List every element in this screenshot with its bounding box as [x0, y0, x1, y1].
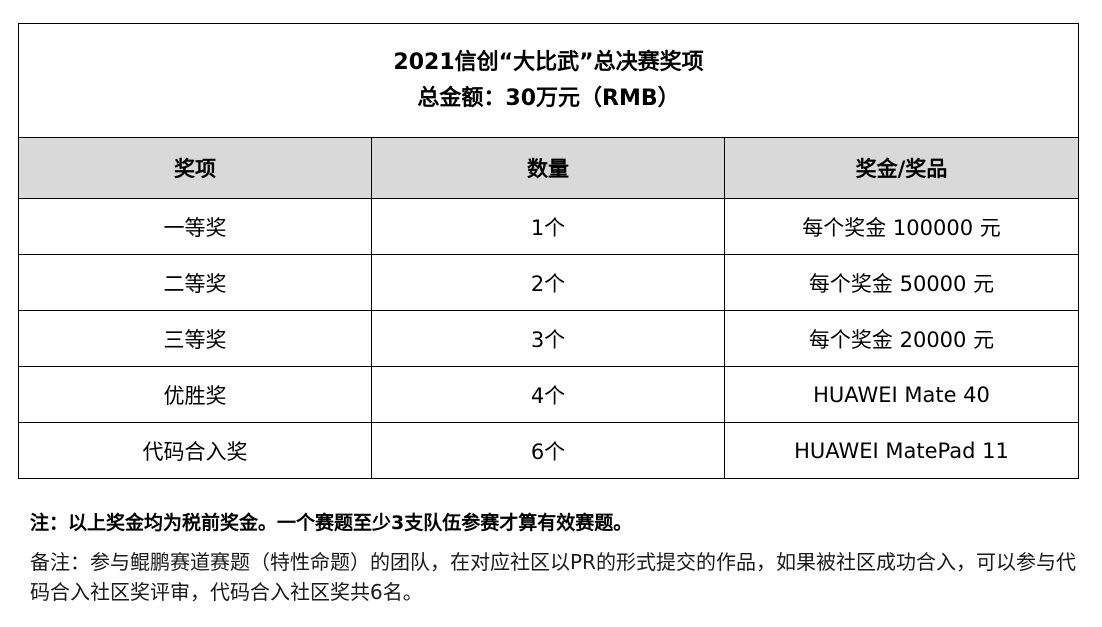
table-row: 三等奖 3个 每个奖金 20000 元: [18, 310, 1079, 367]
table-row: 二等奖 2个 每个奖金 50000 元: [18, 254, 1079, 311]
prize-cell: 每个奖金 100000 元: [724, 198, 1079, 255]
quantity-cell: 6个: [371, 422, 725, 479]
column-header-prize: 奖金/奖品: [724, 137, 1079, 199]
table-title-cell: 2021信创“大比武”总决赛奖项 总金额：30万元（RMB）: [18, 23, 1079, 138]
award-cell: 三等奖: [18, 310, 372, 367]
table-row: 代码合入奖 6个 HUAWEI MatePad 11: [18, 422, 1079, 479]
quantity-cell: 4个: [371, 366, 725, 423]
prize-cell: 每个奖金 50000 元: [724, 254, 1079, 311]
table-row: 优胜奖 4个 HUAWEI Mate 40: [18, 366, 1079, 423]
award-cell: 优胜奖: [18, 366, 372, 423]
column-header-quantity: 数量: [371, 137, 725, 199]
column-header-award: 奖项: [18, 137, 372, 199]
prize-cell: HUAWEI MatePad 11: [724, 422, 1079, 479]
prize-cell: 每个奖金 20000 元: [724, 310, 1079, 367]
quantity-cell: 3个: [371, 310, 725, 367]
award-cell: 代码合入奖: [18, 422, 372, 479]
table-subtitle-total-amount: 总金额：30万元（RMB）: [417, 85, 680, 111]
award-cell: 二等奖: [18, 254, 372, 311]
table-header-row: 奖项 数量 奖金/奖品: [18, 137, 1079, 199]
table-title-row: 2021信创“大比武”总决赛奖项 总金额：30万元（RMB）: [18, 23, 1079, 138]
quantity-cell: 1个: [371, 198, 725, 255]
table-title: 2021信创“大比武”总决赛奖项: [393, 49, 704, 75]
awards-table: 2021信创“大比武”总决赛奖项 总金额：30万元（RMB） 奖项 数量 奖金/…: [18, 23, 1079, 479]
prize-cell: HUAWEI Mate 40: [724, 366, 1079, 423]
quantity-cell: 2个: [371, 254, 725, 311]
award-cell: 一等奖: [18, 198, 372, 255]
table-row: 一等奖 1个 每个奖金 100000 元: [18, 198, 1079, 255]
tax-note: 注：以上奖金均为税前奖金。一个赛题至少3支队伍参赛才算有效赛题。: [30, 512, 633, 534]
remark-note: 备注：参与鲲鹏赛道赛题（特性命题）的团队，在对应社区以PR的形式提交的作品，如果…: [30, 550, 1076, 604]
